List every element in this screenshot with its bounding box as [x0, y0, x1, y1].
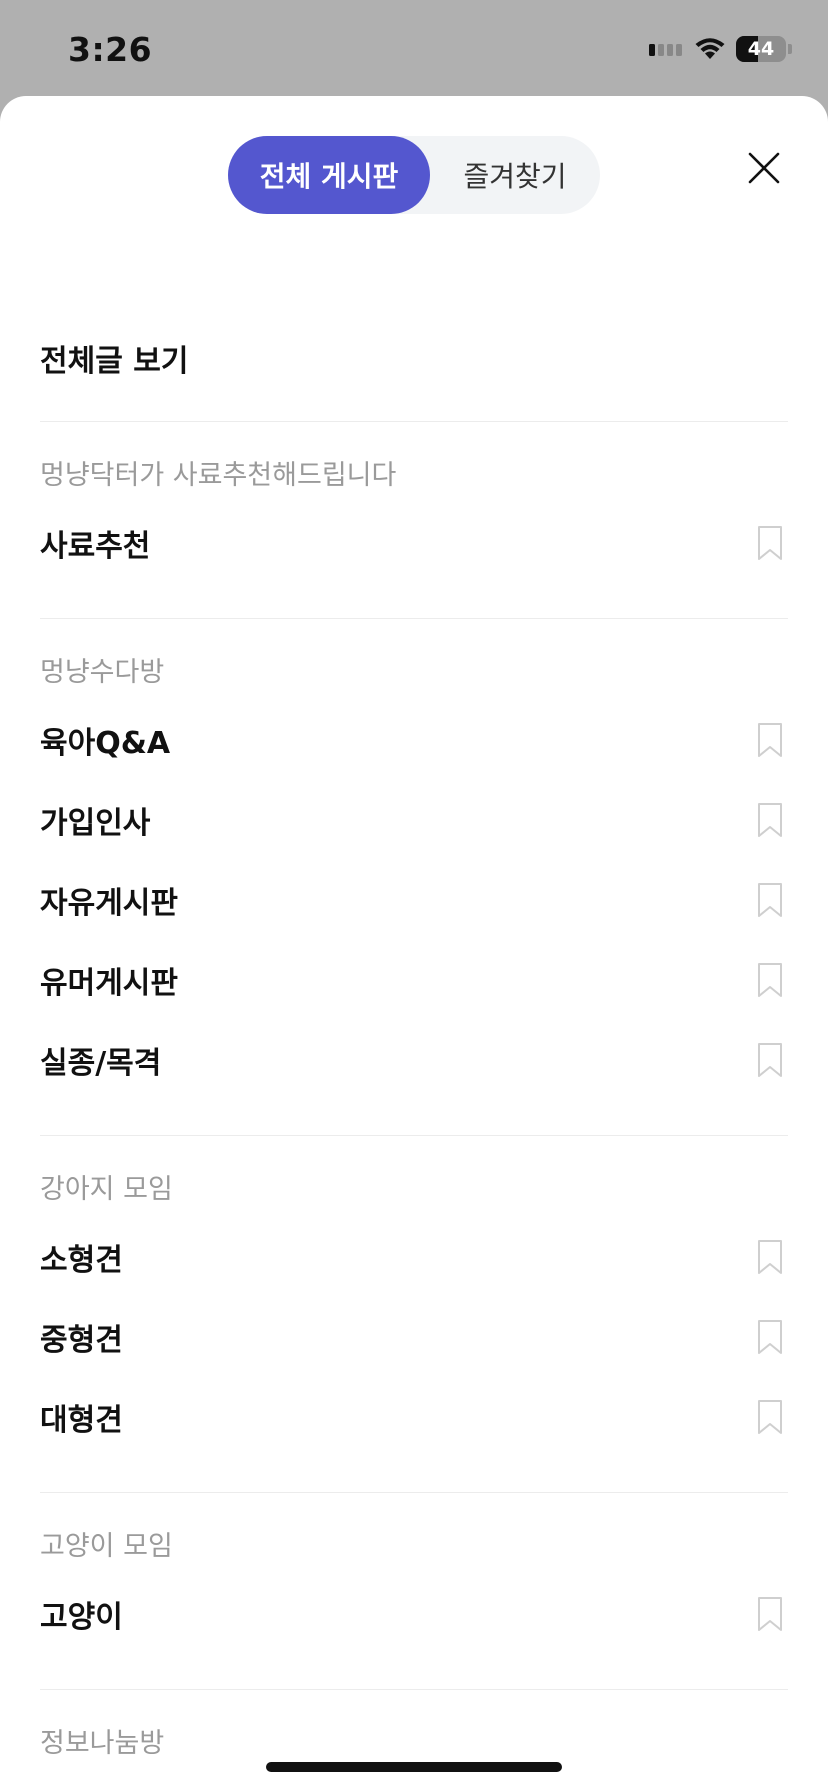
- section-divider: [40, 618, 788, 619]
- view-all-posts[interactable]: 전체글 보기: [40, 336, 188, 380]
- bookmark-icon[interactable]: [756, 1399, 784, 1435]
- bookmark-icon[interactable]: [756, 802, 784, 838]
- board-item[interactable]: 실종/목격: [40, 1030, 788, 1090]
- section-title: 정보나눔방: [40, 1728, 165, 1759]
- board-item-label: 육아Q&A: [40, 726, 171, 761]
- board-item-label: 실종/목격: [40, 1046, 162, 1081]
- board-item[interactable]: 가입인사: [40, 790, 788, 850]
- home-indicator: [266, 1762, 562, 1772]
- section-divider: [40, 1492, 788, 1493]
- cellular-signal-icon: [649, 42, 682, 56]
- battery-percent: 44: [747, 38, 775, 60]
- tab-favorites[interactable]: 즐겨찾기: [430, 136, 600, 214]
- board-item[interactable]: 육아Q&A: [40, 710, 788, 770]
- section-title: 멍냥닥터가 사료추천해드립니다: [40, 460, 397, 491]
- board-item-label: 가입인사: [40, 806, 151, 841]
- board-item[interactable]: 대형견: [40, 1387, 788, 1447]
- bookmark-icon[interactable]: [756, 525, 784, 561]
- section-divider: [40, 1135, 788, 1136]
- board-item[interactable]: 소형견: [40, 1227, 788, 1287]
- bookmark-icon[interactable]: [756, 1042, 784, 1078]
- board-item[interactable]: 사료추천: [40, 513, 788, 573]
- status-bar: 3:26 44: [0, 0, 828, 96]
- status-icons: 44: [649, 34, 792, 64]
- board-menu-sheet: 전체 게시판 즐겨찾기 전체글 보기 멍냥닥터가 사료추천해드립니다사료추천멍냥…: [0, 96, 828, 1792]
- bookmark-icon[interactable]: [756, 1239, 784, 1275]
- bookmark-icon[interactable]: [756, 722, 784, 758]
- bookmark-icon[interactable]: [756, 1596, 784, 1632]
- board-item-label: 대형견: [40, 1403, 123, 1438]
- board-item[interactable]: 자유게시판: [40, 870, 788, 930]
- section-title: 강아지 모임: [40, 1174, 173, 1205]
- board-item-label: 소형견: [40, 1243, 123, 1278]
- bookmark-icon[interactable]: [756, 962, 784, 998]
- section-title: 멍냥수다방: [40, 657, 165, 688]
- board-item-label: 자유게시판: [40, 886, 178, 921]
- close-icon[interactable]: [744, 148, 784, 188]
- battery-tip: [788, 44, 792, 54]
- bookmark-icon[interactable]: [756, 1319, 784, 1355]
- board-item[interactable]: 유머게시판: [40, 950, 788, 1010]
- battery-icon: 44: [736, 36, 786, 62]
- wifi-icon: [695, 38, 725, 59]
- status-time: 3:26: [68, 30, 153, 69]
- board-item[interactable]: 고양이: [40, 1584, 788, 1644]
- section-divider: [40, 421, 788, 422]
- tab-all-boards[interactable]: 전체 게시판: [228, 136, 430, 214]
- bookmark-icon[interactable]: [756, 882, 784, 918]
- board-item-label: 중형견: [40, 1323, 123, 1358]
- board-item-label: 유머게시판: [40, 966, 178, 1001]
- board-tab-switcher: 전체 게시판 즐겨찾기: [228, 136, 600, 214]
- board-item[interactable]: 중형견: [40, 1307, 788, 1367]
- section-divider: [40, 1689, 788, 1690]
- board-item-label: 사료추천: [40, 529, 151, 564]
- section-title: 고양이 모임: [40, 1531, 173, 1562]
- board-item-label: 고양이: [40, 1600, 123, 1635]
